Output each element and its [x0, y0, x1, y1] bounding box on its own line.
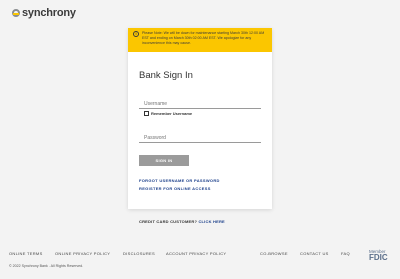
remember-username[interactable]: Remember Username [144, 111, 192, 116]
footer-link-disclosures[interactable]: DISCLOSURES [123, 251, 155, 256]
synchrony-logo[interactable]: synchrony [12, 7, 76, 19]
header: synchrony [0, 0, 400, 26]
warning-icon: ! [133, 31, 139, 37]
fdic-badge: Member FDIC [369, 249, 388, 262]
register-online-access-link[interactable]: REGISTER FOR ONLINE ACCESS [139, 186, 211, 191]
credit-card-text: CREDIT CARD CUSTOMER? [139, 219, 198, 224]
footer-link-account-privacy[interactable]: ACCOUNT PRIVACY POLICY [166, 251, 226, 256]
remember-label: Remember Username [151, 111, 193, 116]
copyright: © 2022 Synchrony Bank . All Rights Reser… [9, 264, 84, 268]
fdic-name: FDIC [369, 253, 388, 262]
synchrony-logo-icon [12, 9, 20, 17]
password-input[interactable] [139, 129, 261, 143]
footer-link-contact-us[interactable]: CONTACT US [300, 251, 329, 256]
credit-card-customer: CREDIT CARD CUSTOMER? CLICK HERE [139, 219, 225, 224]
footer-link-online-privacy[interactable]: ONLINE PRIVACY POLICY [55, 251, 110, 256]
brand-name: synchrony [22, 7, 76, 19]
click-here-link[interactable]: CLICK HERE [198, 219, 224, 224]
footer-link-co-browse[interactable]: CO-BROWSE [260, 251, 288, 256]
notice-text: Please Note: We will be down for mainten… [142, 31, 265, 45]
page-title: Bank Sign In [139, 70, 193, 81]
username-input[interactable] [139, 95, 261, 109]
maintenance-notice: ! Please Note: We will be down for maint… [128, 28, 272, 52]
forgot-username-password-link[interactable]: FORGOT USERNAME OR PASSWORD [139, 178, 220, 183]
footer-link-faq[interactable]: FAQ [341, 251, 350, 256]
sign-in-card: ! Please Note: We will be down for maint… [128, 28, 272, 209]
footer-link-online-terms[interactable]: ONLINE TERMS [9, 251, 43, 256]
remember-checkbox[interactable] [144, 111, 149, 116]
sign-in-button[interactable]: SIGN IN [139, 155, 189, 166]
